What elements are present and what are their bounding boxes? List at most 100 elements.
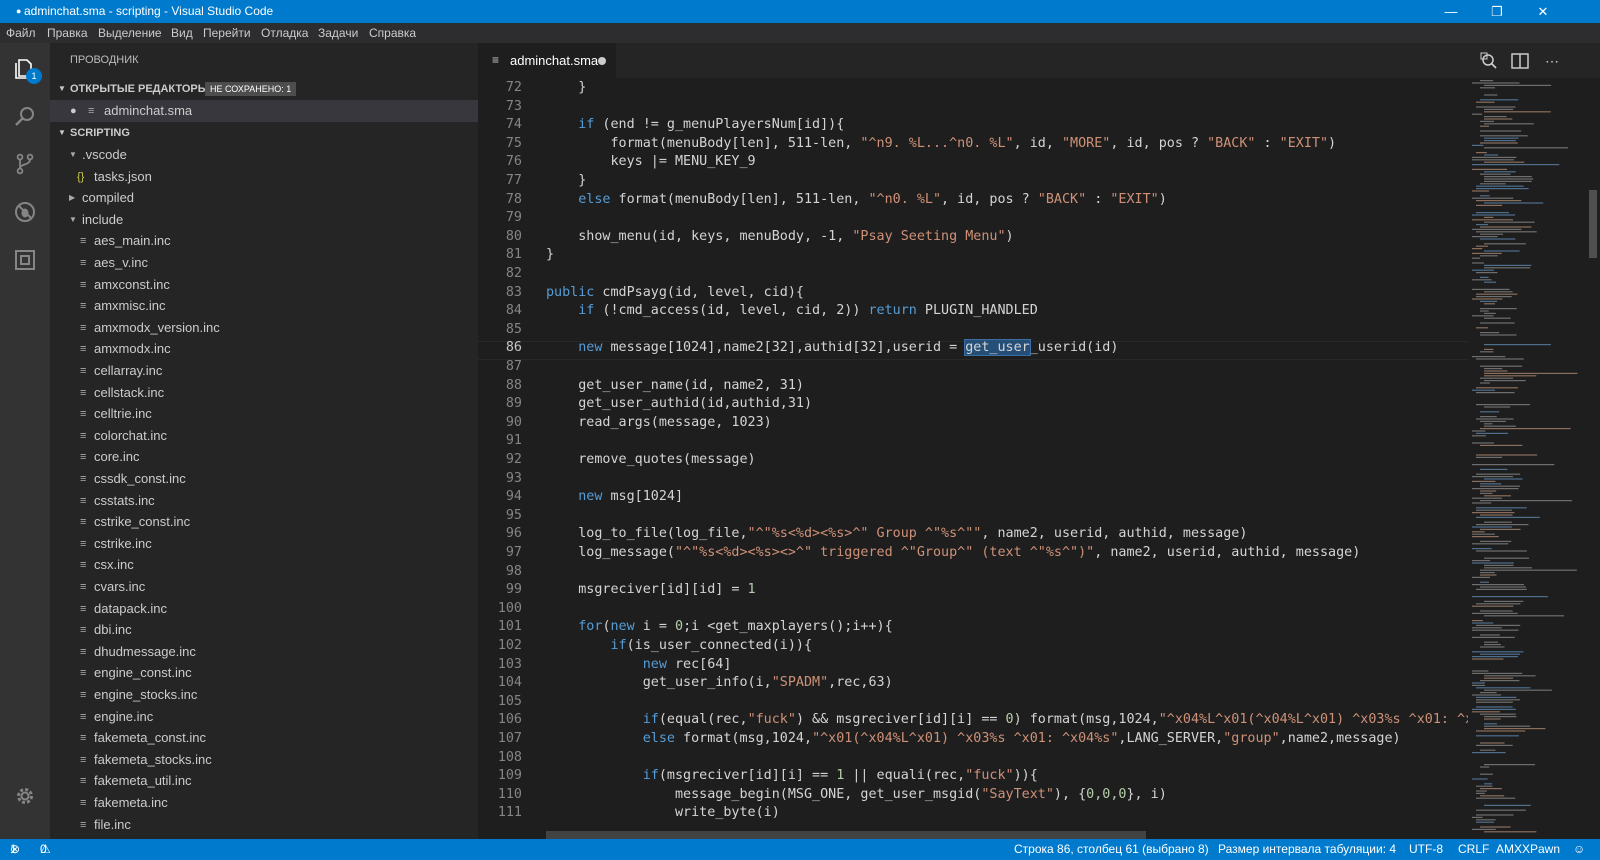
tree-file[interactable]: ≡ cssdk_const.inc [50,468,478,490]
menu-view[interactable]: Вид [171,23,193,43]
tree-file[interactable]: ≡ dbi.inc [50,619,478,641]
menu-go[interactable]: Перейти [203,23,251,43]
tree-folder[interactable]: ▶ compiled [50,187,478,209]
tree-file[interactable]: ≡ datapack.inc [50,598,478,620]
open-editors-section[interactable]: ▼ ОТКРЫТЫЕ РЕДАКТОРЫ НЕ СОХРАНЕНО: 1 [50,78,478,100]
vertical-scrollbar[interactable] [1586,78,1600,839]
code-token: message[1024],name2[32],authid[32],useri… [602,340,966,356]
minimap-line [1480,766,1490,768]
minimap-line [1484,123,1534,125]
minimap-line [1472,356,1506,358]
menu-edit[interactable]: Правка [47,23,88,43]
minimap-line [1472,752,1506,754]
tree-file[interactable]: ≡ dhudmessage.inc [50,641,478,663]
tab-adminchat[interactable]: ≡ adminchat.sma [478,43,616,78]
open-editor-label: adminchat.sma [104,103,193,118]
tree-file[interactable]: ≡ fakemeta_util.inc [50,770,478,792]
extensions-icon[interactable] [13,248,37,272]
code-editor[interactable]: 72 } 73 74 if (end != g_menuPlayersNum[id]… [478,78,1468,839]
more-actions-icon[interactable]: ⋯ [1542,51,1562,71]
maximize-button[interactable]: ❐ [1474,0,1520,23]
tree-item-label: cellarray.inc [94,363,163,378]
tree-file[interactable]: ≡ file.inc [50,814,478,836]
tree-file[interactable]: ≡ cellarray.inc [50,360,478,382]
minimap-line [1476,785,1493,787]
tree-file[interactable]: ≡ cstrike_const.inc [50,511,478,533]
workspace-section[interactable]: ▼ SCRIPTING [50,122,478,144]
code-token: "MORE" [1061,135,1111,151]
code-line: log_to_file(log_file,"^"%s<%d><%s>^" Gro… [546,524,1247,543]
minimap-line [1472,82,1520,84]
minimap-line [1480,238,1516,240]
menu-tasks[interactable]: Задачи [318,23,358,43]
minimap-line [1476,624,1521,626]
menu-selection[interactable]: Выделение [98,23,162,43]
tree-folder[interactable]: ▼ .vscode [50,144,478,166]
tree-item-label: amxmisc.inc [94,298,166,314]
menu-help[interactable]: Справка [369,23,416,43]
open-editor-item[interactable]: ● ≡ adminchat.sma [50,100,478,122]
split-editor-icon[interactable] [1510,51,1530,71]
open-changes-icon[interactable] [1479,51,1499,71]
horizontal-scrollbar[interactable] [546,831,1146,839]
code-token: log_to_file(log_file, [546,526,748,542]
dirty-dot-icon[interactable]: ● [70,100,77,122]
minimize-button[interactable]: — [1428,0,1474,23]
line-number: 78 [505,191,522,207]
tree-file[interactable]: ≡ engine_const.inc [50,662,478,684]
tree-file[interactable]: ≡ cellstack.inc [50,382,478,404]
menu-debug[interactable]: Отладка [261,23,308,43]
line-number: 80 [505,228,522,244]
tree-file[interactable]: ≡ celltrie.inc [50,403,478,425]
minimap-line [1472,672,1523,674]
tree-file[interactable]: ≡ fakemeta.inc [50,792,478,814]
activity-bar: 1 [0,43,50,839]
tree-file[interactable]: ≡ amxmodx_version.inc [50,317,478,339]
tree-file[interactable]: ≡ fakemeta_stocks.inc [50,749,478,771]
tree-file[interactable]: ≡ engine.inc [50,706,478,728]
code-token: 0 [675,619,684,635]
tree-file[interactable]: ≡ core.inc [50,446,478,468]
tree-file[interactable]: ≡ aes_main.inc [50,230,478,252]
tree-file[interactable]: ≡ colorchat.inc [50,425,478,447]
tree-file[interactable]: ≡ csstats.inc [50,490,478,512]
language-mode[interactable]: AMXXPawn [1496,839,1560,860]
menu-file[interactable]: Файл [6,23,36,43]
source-control-icon[interactable] [13,152,37,176]
debug-icon[interactable] [13,200,37,224]
feedback-smiley-icon[interactable]: ☺ [1573,839,1585,860]
cursor-position[interactable]: Строка 86, столбец 61 (выбрано 8) [1014,839,1209,860]
encoding[interactable]: UTF-8 [1409,839,1443,860]
minimap-line [1480,528,1521,530]
tree-file[interactable]: {} tasks.json [50,166,478,188]
tree-file[interactable]: ≡ csx.inc [50,554,478,576]
minimap-line [1476,814,1514,816]
tree-file[interactable]: ≡ amxconst.inc [50,274,478,296]
tab-dirty-dot-icon[interactable] [598,57,606,65]
minimap[interactable] [1468,78,1586,839]
tree-folder[interactable]: ▼ include [50,209,478,231]
tree-file[interactable]: ≡ amxmodx.inc [50,338,478,360]
minimap-line [1472,164,1560,166]
minimap-line [1484,108,1514,110]
minimap-line [1484,764,1536,766]
tree-file[interactable]: ≡ fakemeta_const.inc [50,727,478,749]
minimap-line [1476,821,1495,823]
minimap-line [1480,634,1500,636]
minimap-line [1476,392,1515,394]
line-endings[interactable]: CRLF [1458,839,1489,860]
minimap-line [1472,476,1513,478]
tree-file[interactable]: ≡ amxmisc.inc [50,295,478,317]
minimap-line [1484,423,1493,425]
scrollbar-thumb[interactable] [1589,190,1597,258]
tree-file[interactable]: ≡ engine_stocks.inc [50,684,478,706]
tree-file[interactable]: ≡ cvars.inc [50,576,478,598]
minimap-line [1472,543,1509,545]
search-icon[interactable] [13,104,37,128]
settings-gear-icon[interactable] [13,784,37,808]
tree-file[interactable]: ≡ cstrike.inc [50,533,478,555]
tree-file[interactable]: ≡ aes_v.inc [50,252,478,274]
close-button[interactable]: ✕ [1520,0,1566,23]
tab-size[interactable]: Размер интервала табуляции: 4 [1218,839,1396,860]
